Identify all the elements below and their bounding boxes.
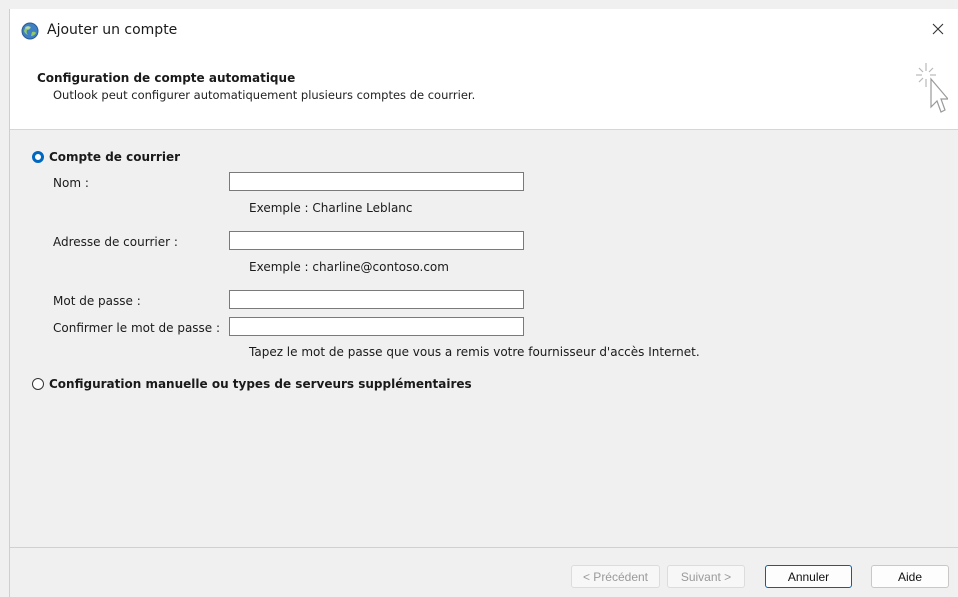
add-account-dialog: Ajouter un compte Configuration de compt… <box>9 9 958 597</box>
help-button[interactable]: Aide <box>871 565 949 588</box>
previous-button[interactable]: < Précédent <box>571 565 660 588</box>
outlook-globe-icon <box>21 22 39 40</box>
title-bar: Ajouter un compte <box>10 9 958 49</box>
radio-checked-icon <box>32 151 44 163</box>
radio-manual-setup[interactable]: Configuration manuelle ou types de serve… <box>32 377 472 391</box>
header-title: Configuration de compte automatique <box>37 71 296 85</box>
name-hint: Exemple : Charline Leblanc <box>249 201 413 215</box>
close-icon <box>932 23 944 35</box>
email-hint: Exemple : charline@contoso.com <box>249 260 449 274</box>
next-button[interactable]: Suivant > <box>667 565 745 588</box>
footer-divider <box>10 547 958 548</box>
email-input[interactable] <box>229 231 524 250</box>
wizard-header: Configuration de compte automatique Outl… <box>10 49 958 130</box>
radio-email-account-label: Compte de courrier <box>49 150 181 164</box>
close-button[interactable] <box>918 9 958 49</box>
password-label: Mot de passe : <box>53 294 141 308</box>
radio-manual-setup-label: Configuration manuelle ou types de serve… <box>49 377 472 391</box>
password-hint: Tapez le mot de passe que vous a remis v… <box>249 345 700 359</box>
cancel-button[interactable]: Annuler <box>765 565 852 588</box>
confirm-password-label: Confirmer le mot de passe : <box>53 321 221 335</box>
name-input[interactable] <box>229 172 524 191</box>
confirm-password-input[interactable] <box>229 317 524 336</box>
radio-email-account[interactable]: Compte de courrier <box>32 150 180 164</box>
header-subtitle: Outlook peut configurer automatiquement … <box>53 88 476 102</box>
password-input[interactable] <box>229 290 524 309</box>
radio-unchecked-icon <box>32 378 44 390</box>
email-label: Adresse de courrier : <box>53 235 178 249</box>
name-label: Nom : <box>53 176 89 190</box>
window-title: Ajouter un compte <box>47 22 178 38</box>
wizard-cursor-icon <box>916 63 948 113</box>
